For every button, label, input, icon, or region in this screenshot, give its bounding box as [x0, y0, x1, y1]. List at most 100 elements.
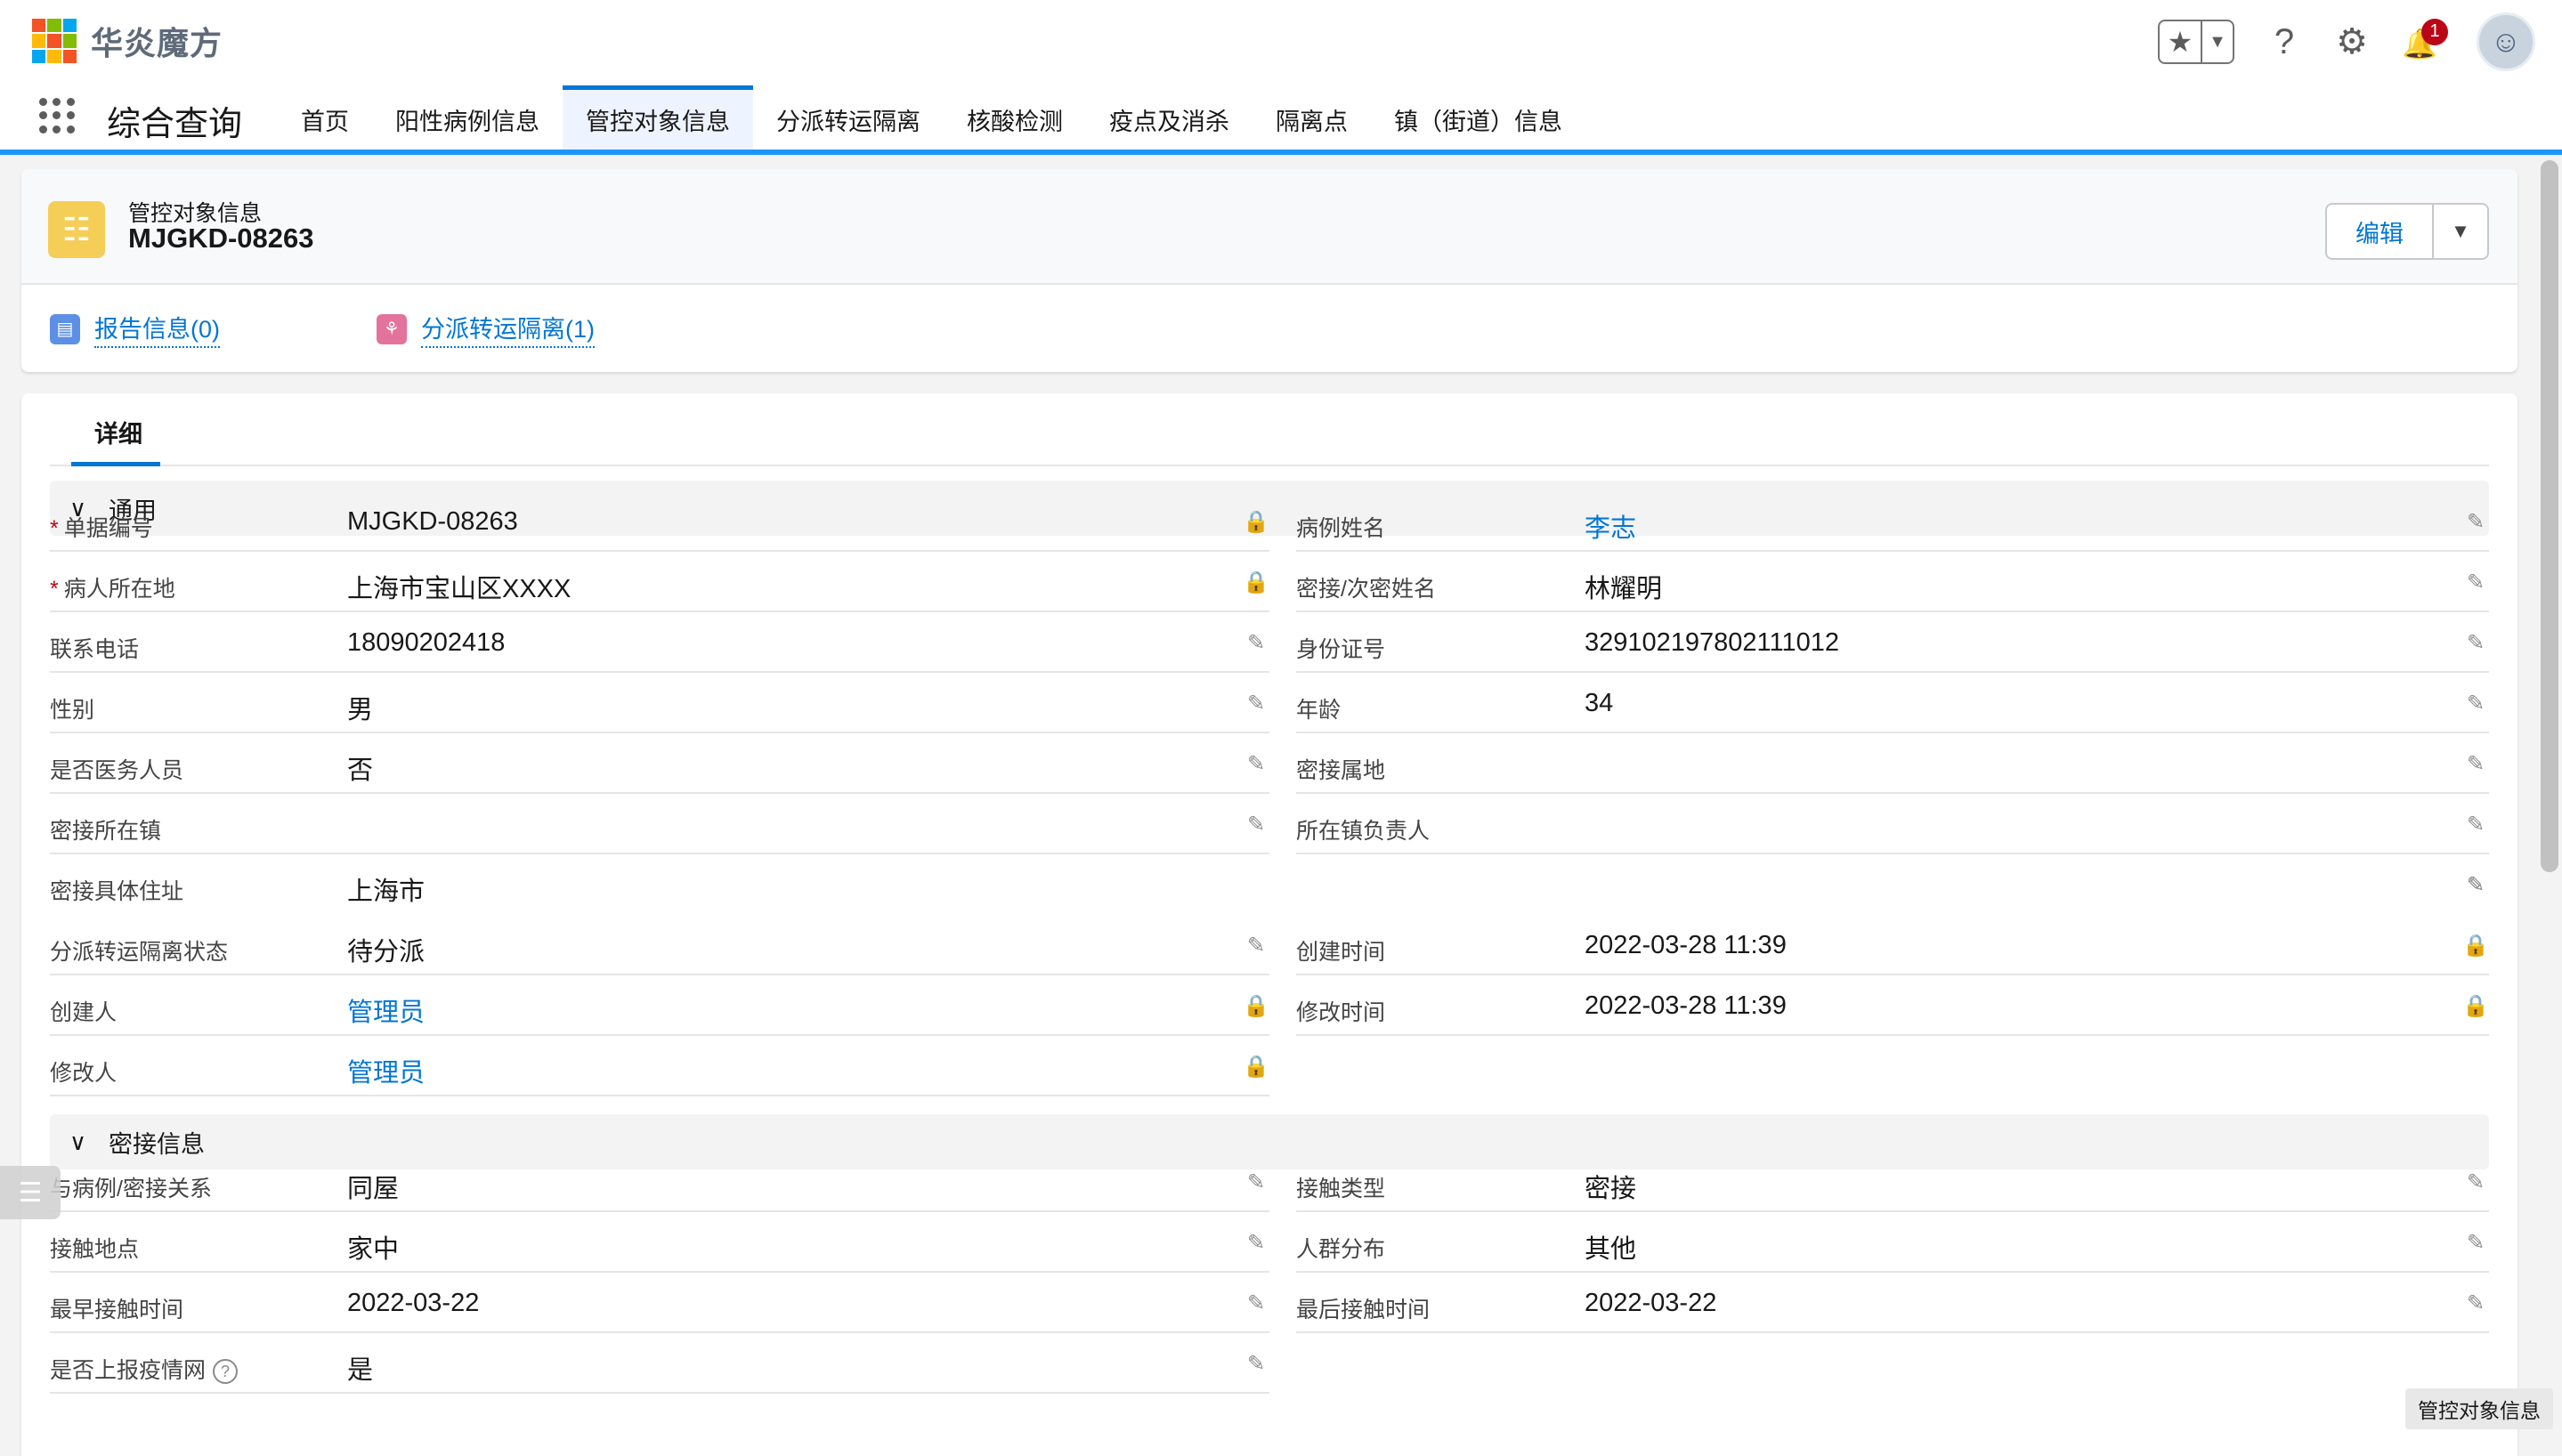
notification-badge: 1: [2421, 18, 2448, 45]
nav-tab[interactable]: 管控对象信息: [563, 85, 753, 150]
related-link-label[interactable]: 报告信息(0): [94, 310, 220, 348]
field-row: 密接具体住址 上海市 ✎: [50, 860, 2489, 915]
brand-logo[interactable]: 华炎魔方: [32, 18, 223, 64]
related-link[interactable]: ▤ 报告信息(0): [50, 310, 220, 348]
list-icon[interactable]: ☰: [0, 1166, 61, 1219]
field-value: 待分派: [347, 938, 426, 967]
record-title: MJGKD-08263: [128, 222, 314, 254]
pencil-icon[interactable]: ✎: [2462, 509, 2489, 535]
required-marker: *: [50, 577, 59, 602]
related-link[interactable]: ⚘ 分派转运隔离(1): [377, 310, 595, 348]
global-header: 华炎魔方 ★ ▼ ? ⚙ 🔔 1 ☺: [0, 0, 2562, 85]
pencil-icon[interactable]: ✎: [2462, 570, 2489, 595]
field-row: 最后接触时间 2022-03-22 ✎: [1296, 1278, 2489, 1333]
app-launcher-icon[interactable]: [39, 98, 75, 133]
field-value: 家中: [347, 1235, 400, 1264]
related-link-label[interactable]: 分派转运隔离(1): [421, 310, 595, 348]
field-value: 2022-03-22: [1585, 1289, 1717, 1317]
field-value[interactable]: 管理员: [347, 1052, 425, 1089]
field-label-text: 创建时间: [1296, 940, 1386, 965]
field-row: 创建时间 2022-03-28 11:39 🔒: [1296, 920, 2489, 975]
pencil-icon[interactable]: ✎: [2462, 1230, 2489, 1256]
pencil-icon[interactable]: ✎: [1243, 691, 1269, 716]
pencil-icon[interactable]: ✎: [2462, 872, 2489, 898]
pencil-icon[interactable]: ✎: [1243, 1169, 1269, 1195]
field-label-text: 密接/次密姓名: [1296, 577, 1436, 602]
pencil-icon[interactable]: ✎: [2462, 751, 2489, 777]
nav-tab[interactable]: 阳性病例信息: [372, 85, 563, 150]
nav-tab[interactable]: 镇（街道）信息: [1371, 85, 1585, 150]
field-value[interactable]: 李志: [1585, 507, 1636, 545]
related-list-quick-links: ▤ 报告信息(0) ⚘ 分派转运隔离(1): [50, 310, 751, 348]
nav-tab[interactable]: 疫点及消杀: [1086, 85, 1253, 150]
field-row: * 单据编号 MJGKD-08263 🔒: [50, 497, 1269, 552]
pencil-icon[interactable]: ✎: [1243, 751, 1269, 777]
tab-detail[interactable]: 详细: [71, 415, 166, 466]
pencil-icon[interactable]: ✎: [1243, 1290, 1269, 1316]
field-label-text: 密接属地: [1296, 758, 1386, 783]
field-label: 创建时间: [1296, 934, 1385, 967]
field-value: 34: [1585, 689, 1614, 717]
lock-icon: 🔒: [2462, 994, 2489, 1018]
pencil-icon[interactable]: ✎: [2462, 812, 2489, 837]
field-label: 密接/次密姓名: [1296, 571, 1436, 603]
bell-icon[interactable]: 🔔 1: [2402, 18, 2448, 62]
field-value: 2022-03-28 11:39: [1585, 991, 1787, 1020]
pencil-icon[interactable]: ✎: [2462, 1290, 2489, 1316]
required-marker: *: [50, 516, 59, 541]
pencil-icon[interactable]: ✎: [1243, 1351, 1269, 1377]
lock-icon: 🔒: [1243, 1055, 1269, 1079]
edit-button[interactable]: 编辑: [2327, 205, 2434, 258]
field-row: 联系电话 18090202418 ✎: [50, 618, 1269, 673]
field-row: 性别 男 ✎: [50, 678, 1269, 733]
gear-icon[interactable]: ⚙: [2334, 21, 2370, 62]
chevron-down-icon[interactable]: ∨: [69, 1128, 96, 1156]
nav-tab[interactable]: 核酸检测: [944, 85, 1086, 150]
field-label-text: 病例姓名: [1296, 516, 1386, 541]
avatar[interactable]: ☺: [2477, 12, 2535, 71]
pencil-icon[interactable]: ✎: [1243, 933, 1269, 959]
field-label: 密接所在镇: [50, 813, 161, 845]
star-icon[interactable]: ★: [2160, 21, 2202, 62]
field-label-text: 密接具体住址: [50, 879, 184, 904]
field-value[interactable]: 管理员: [347, 991, 425, 1029]
favorites-button[interactable]: ★ ▼: [2158, 20, 2234, 64]
nav-tab[interactable]: 隔离点: [1253, 85, 1371, 150]
pencil-icon[interactable]: ✎: [1243, 812, 1269, 837]
field-label-text: 病人所在地: [63, 577, 175, 602]
field-value: MJGKD-08263: [347, 507, 518, 536]
field-row: * 病人所在地 上海市宝山区XXXX 🔒: [50, 557, 1269, 612]
logo-tile: [62, 49, 77, 63]
record-actions: 编辑 ▼: [2325, 203, 2489, 260]
page-scrollbar[interactable]: [2541, 160, 2558, 872]
field-label-text: 密接所在镇: [50, 819, 162, 844]
field-label-text: 身份证号: [1296, 637, 1386, 662]
field-row: 修改人 管理员 🔒: [50, 1041, 1269, 1096]
nav-tab[interactable]: 分派转运隔离: [753, 85, 944, 150]
pencil-icon[interactable]: ✎: [2462, 630, 2489, 656]
field-label: * 病人所在地: [50, 571, 175, 603]
field-row: 是否医务人员 否 ✎: [50, 739, 1269, 794]
field-label: 接触地点: [50, 1232, 139, 1264]
pencil-icon[interactable]: ✎: [2462, 1169, 2489, 1195]
help-icon[interactable]: ?: [213, 1359, 239, 1385]
group-icon: ☷: [48, 201, 105, 258]
field-row: 所在镇负责人 ✎: [1296, 799, 2489, 854]
pencil-icon[interactable]: ✎: [2462, 691, 2489, 716]
app-nav: 综合查询 首页 阳性病例信息 管控对象信息 分派转运隔离 核酸检测 疫点及消杀 隔离点 镇（街…: [0, 85, 2562, 155]
nav-tab[interactable]: 首页: [278, 85, 372, 150]
field-label-text: 联系电话: [50, 637, 140, 662]
pencil-icon[interactable]: ✎: [1243, 1230, 1269, 1256]
field-label: 所在镇负责人: [1296, 813, 1430, 845]
field-value: 其他: [1585, 1235, 1637, 1264]
pencil-icon[interactable]: ✎: [1243, 630, 1269, 656]
help-icon[interactable]: ?: [2266, 22, 2302, 62]
field-label-text: 最后接触时间: [1296, 1298, 1431, 1323]
chevron-down-icon[interactable]: ▼: [2202, 32, 2233, 53]
field-row: 修改时间 2022-03-28 11:39 🔒: [1296, 981, 2489, 1036]
field-value: 否: [347, 756, 374, 785]
more-actions-button[interactable]: ▼: [2434, 205, 2487, 258]
record-header: ☷ 管控对象信息 MJGKD-08263 编辑 ▼ ▤ 报告信息(0) ⚘ 分派转运隔…: [21, 169, 2517, 372]
field-value: 2022-03-22: [347, 1289, 480, 1317]
field-label-text: 接触类型: [1296, 1177, 1386, 1201]
